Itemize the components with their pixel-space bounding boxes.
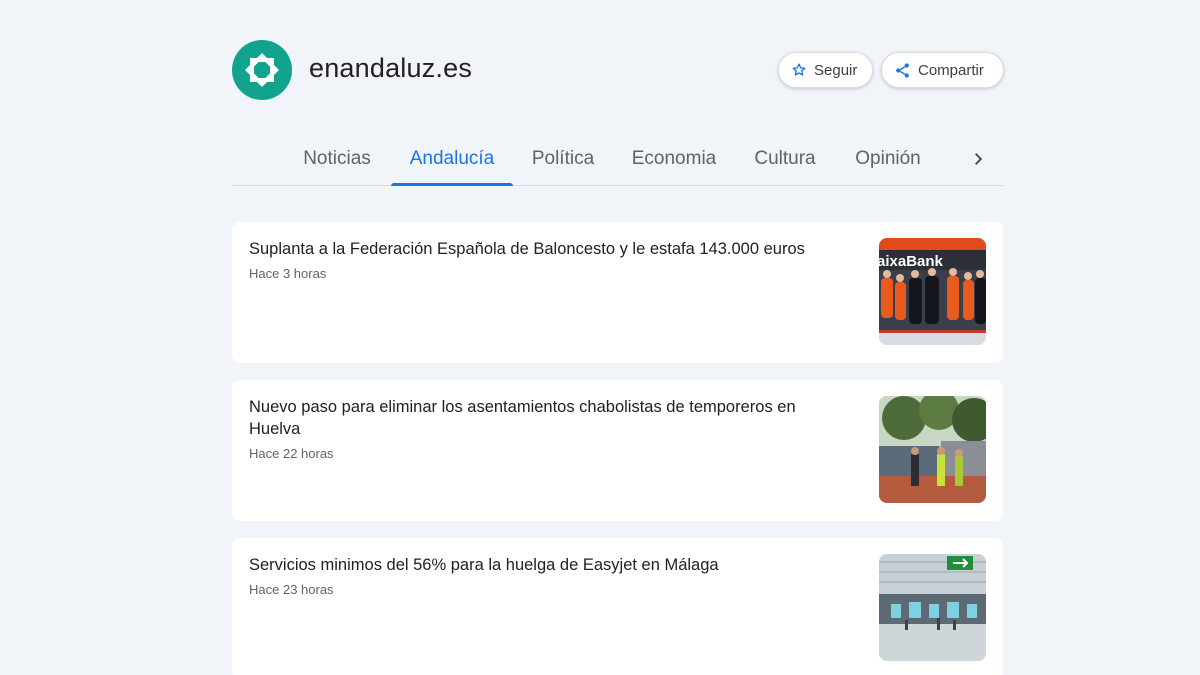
share-label: Compartir [918,61,984,79]
article-title[interactable]: Suplanta a la Federación Española de Bal… [249,238,839,260]
article-card[interactable]: Servicios minimos del 56% para la huelga… [232,538,1003,675]
section-tabs: Noticias Andalucía Política Economia Cul… [232,133,1004,186]
article-title[interactable]: Servicios minimos del 56% para la huelga… [249,554,839,576]
settlement-image [879,396,986,503]
follow-label: Seguir [814,61,858,79]
thumbnail-banner-text: aixaBank [879,253,944,270]
tab-cultura[interactable]: Cultura [751,133,819,185]
eight-point-star-logo-icon [245,53,279,87]
share-button[interactable]: Compartir [881,52,1004,88]
tab-politica[interactable]: Política [529,133,597,185]
article-thumbnail[interactable] [879,396,986,503]
article-time: Hace 3 horas [249,266,327,281]
star-outline-icon [792,63,806,76]
tab-economia[interactable]: Economia [629,133,719,185]
tabs-next-button[interactable] [966,147,990,171]
follow-button[interactable]: Seguir [778,52,873,88]
tab-opinion[interactable]: Opinión [851,133,925,185]
publisher-header: enandaluz.es Seguir Compartir [232,40,1004,100]
article-card[interactable]: Suplanta a la Federación Española de Bal… [232,222,1003,363]
tab-noticias[interactable]: Noticias [300,133,374,185]
article-time: Hace 22 horas [249,446,334,461]
article-title[interactable]: Nuevo paso para eliminar los asentamient… [249,396,839,440]
article-thumbnail[interactable]: aixaBank [879,238,986,345]
article-card[interactable]: Nuevo paso para eliminar los asentamient… [232,380,1003,521]
airport-terminal-image [879,554,986,661]
publisher-logo[interactable] [232,40,292,100]
tab-andalucia[interactable]: Andalucía [391,133,513,186]
publisher-name: enandaluz.es [309,53,473,83]
chevron-right-icon [975,153,983,165]
article-time: Hace 23 horas [249,582,334,597]
basketball-team-image: aixaBank [879,238,986,345]
article-thumbnail[interactable] [879,554,986,661]
share-icon [896,62,909,78]
